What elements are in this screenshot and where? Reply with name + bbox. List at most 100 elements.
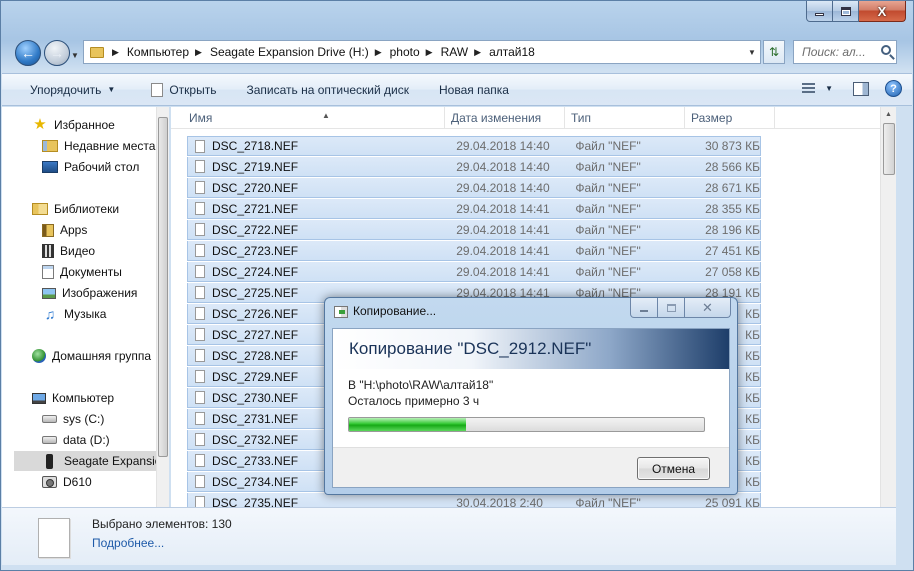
breadcrumb-photo[interactable]: photo (388, 41, 422, 63)
file-icon (195, 412, 205, 425)
sidebar-item-favorites[interactable]: ★ Избранное (32, 115, 115, 135)
copy-destination: В "H:\photo\RAW\алтай18" (348, 378, 494, 392)
chevron-right-icon[interactable]: ▶ (371, 47, 388, 58)
documents-icon (42, 265, 54, 279)
scroll-up-icon[interactable]: ▲ (885, 111, 892, 118)
address-dropdown-icon[interactable]: ▼ (744, 48, 760, 57)
chevron-down-icon[interactable]: ▼ (825, 84, 833, 93)
back-button[interactable]: ← (15, 40, 41, 66)
chevron-right-icon[interactable]: ▶ (108, 47, 125, 58)
table-row[interactable]: DSC_2735.NEF 30.04.2018 2:40 Файл "NEF" 25 … (187, 493, 761, 507)
search-input[interactable]: Поиск: ал... (793, 40, 897, 64)
sidebar-item-d610[interactable]: D610 (42, 472, 92, 492)
sidebar-item-label: Библиотеки (54, 202, 120, 216)
preview-pane-icon[interactable] (853, 81, 869, 96)
sidebar-item-label: Музыка (64, 307, 107, 321)
column-date-label: Дата изменения (451, 111, 542, 125)
music-icon: ♫ (44, 306, 56, 322)
chevron-right-icon[interactable]: ▶ (191, 47, 208, 58)
breadcrumb-drive[interactable]: Seagate Expansion Drive (H:) (208, 41, 371, 63)
column-header-size[interactable]: Размер (685, 107, 775, 129)
scrollbar-thumb[interactable] (158, 117, 168, 457)
sidebar-item-homegroup[interactable]: Домашняя группа (32, 346, 151, 366)
sidebar-item-apps[interactable]: Apps (42, 220, 87, 240)
dialog-maximize-button[interactable] (658, 298, 685, 318)
breadcrumb-raw[interactable]: RAW (439, 41, 471, 63)
chevron-down-icon: ▼ (107, 85, 116, 94)
file-size: 30 873 КБ (705, 139, 760, 153)
sidebar-item-video[interactable]: Видео (42, 241, 95, 261)
refresh-button[interactable]: ⇅ (763, 40, 785, 64)
change-view-icon[interactable] (802, 82, 816, 95)
file-icon (195, 454, 205, 467)
dialog-close-button[interactable]: ✕ (685, 298, 731, 318)
close-icon: ✕ (702, 299, 713, 315)
table-row[interactable]: DSC_2721.NEF 29.04.2018 14:41 Файл "NEF" 28… (187, 199, 761, 219)
column-header-row: Имя ▲ Дата изменения Тип Размер (171, 107, 881, 129)
explorer-window: X ← → ▼ ▶ Компьютер ▶ Seagate Expansion … (0, 0, 914, 571)
file-type: Файл "NEF" (575, 139, 641, 153)
table-row[interactable]: DSC_2719.NEF 29.04.2018 14:40 Файл "NEF" 28… (187, 157, 761, 177)
recent-pages-dropdown-icon[interactable]: ▼ (71, 51, 79, 60)
navigation-pane-scrollbar[interactable] (156, 107, 169, 507)
column-header-date[interactable]: Дата изменения (445, 107, 565, 129)
file-icon (195, 139, 205, 153)
sidebar-item-label: sys (C:) (63, 412, 105, 426)
file-icon (195, 307, 205, 320)
maximize-button[interactable] (833, 1, 859, 22)
close-button[interactable]: X (859, 1, 906, 22)
file-icon (195, 202, 205, 215)
sidebar-item-recent-places[interactable]: Недавние места (42, 136, 155, 156)
dialog-content: В "H:\photo\RAW\алтай18" Осталось пример… (333, 369, 729, 447)
table-row[interactable]: DSC_2723.NEF 29.04.2018 14:41 Файл "NEF" 27… (187, 241, 761, 261)
address-bar[interactable]: ▶ Компьютер ▶ Seagate Expansion Drive (H… (83, 40, 761, 64)
pictures-icon (42, 287, 56, 299)
breadcrumb-computer[interactable]: Компьютер (125, 41, 191, 63)
organize-button[interactable]: Упорядочить ▼ (2, 74, 129, 105)
star-icon: ★ (33, 116, 47, 133)
file-size: 28 355 КБ (705, 201, 760, 216)
file-list-scrollbar[interactable]: ▲ (880, 107, 896, 507)
column-header-name[interactable]: Имя ▲ (183, 107, 445, 129)
column-header-type[interactable]: Тип (565, 107, 685, 129)
cancel-button[interactable]: Отмена (637, 457, 710, 480)
chevron-right-icon[interactable]: ▶ (470, 47, 487, 58)
chevron-right-icon[interactable]: ▶ (422, 47, 439, 58)
close-icon: X (877, 3, 887, 19)
file-type: Файл "NEF" (575, 201, 641, 216)
organize-label: Упорядочить (30, 82, 102, 97)
file-icon (195, 349, 205, 362)
table-row[interactable]: DSC_2724.NEF 29.04.2018 14:41 Файл "NEF" 27… (187, 262, 761, 282)
sidebar-item-sys-c[interactable]: sys (C:) (42, 409, 104, 429)
sidebar-item-desktop[interactable]: Рабочий стол (42, 157, 139, 177)
breadcrumb-altai18[interactable]: алтай18 (487, 41, 537, 63)
new-folder-button[interactable]: Новая папка (423, 74, 523, 105)
scrollbar-thumb[interactable] (883, 123, 895, 175)
sidebar-item-seagate[interactable]: Seagate Expansion (14, 451, 168, 471)
file-type: Файл "NEF" (575, 159, 641, 174)
document-icon (38, 518, 70, 558)
burn-button[interactable]: Записать на оптический диск (230, 74, 423, 105)
sidebar-item-data-d[interactable]: data (D:) (42, 430, 110, 450)
table-row[interactable]: DSC_2718.NEF 29.04.2018 14:40 Файл "NEF" 30… (187, 136, 761, 156)
sidebar-item-music[interactable]: ♫ Музыка (42, 304, 107, 324)
help-icon[interactable]: ? (885, 80, 902, 97)
file-icon (195, 160, 205, 173)
file-icon (195, 475, 205, 488)
document-icon (151, 82, 164, 97)
table-row[interactable]: DSC_2720.NEF 29.04.2018 14:40 Файл "NEF" 28… (187, 178, 761, 198)
file-icon (195, 265, 205, 278)
file-date: 29.04.2018 14:41 (456, 243, 550, 258)
sidebar-item-documents[interactable]: Документы (42, 262, 122, 282)
sidebar-item-libraries[interactable]: Библиотеки (32, 199, 119, 219)
minimize-button[interactable] (806, 1, 833, 22)
forward-button[interactable]: → (44, 40, 70, 66)
sidebar-item-pictures[interactable]: Изображения (42, 283, 137, 303)
dialog-minimize-button[interactable] (630, 298, 658, 318)
sidebar-item-computer[interactable]: Компьютер (32, 388, 114, 408)
file-size: 28 671 КБ (705, 180, 760, 195)
table-row[interactable]: DSC_2722.NEF 29.04.2018 14:41 Файл "NEF" 28… (187, 220, 761, 240)
dialog-title: Копирование... (353, 304, 437, 318)
open-button[interactable]: Открыть (129, 74, 230, 105)
more-details-link[interactable]: Подробнее... (92, 536, 164, 550)
